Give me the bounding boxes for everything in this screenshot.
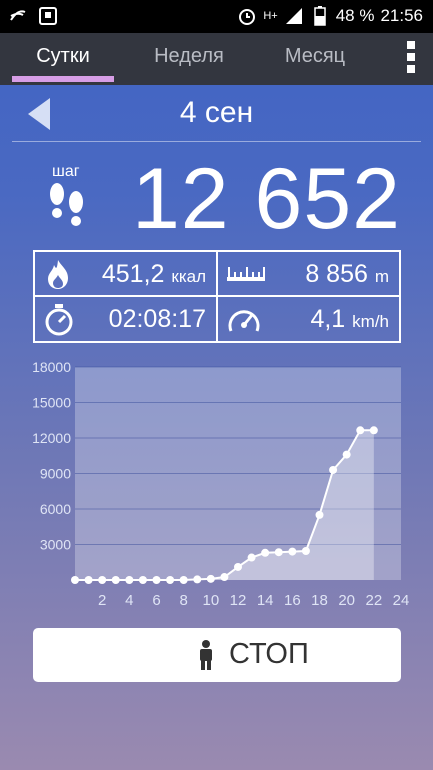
x-tick-label: 24 xyxy=(393,592,410,609)
current-date: 4 сен xyxy=(179,96,254,129)
battery-icon xyxy=(310,6,330,26)
steps-label: шаг xyxy=(52,163,80,180)
data-point xyxy=(220,573,229,582)
hourly-steps-chart: 1800015000120009000600030002 4 6 8 10 12 14 16 1… xyxy=(32,359,410,609)
divider xyxy=(12,141,421,142)
x-tick-label: 18 xyxy=(311,592,328,609)
swiftkey-icon xyxy=(8,6,28,26)
x-tick-label: 20 xyxy=(338,592,355,609)
data-point xyxy=(152,576,161,584)
data-point xyxy=(369,426,378,435)
y-tick-label: 9000 xyxy=(40,466,71,482)
duration-cell: 02:08:17 xyxy=(35,297,216,341)
speed-value: 4,1 xyxy=(310,305,346,333)
date-navigator: 4 сен xyxy=(0,90,433,140)
distance-unit: m xyxy=(374,267,389,286)
x-tick-label: 22 xyxy=(365,592,382,609)
data-point xyxy=(125,576,134,584)
x-tick-label: 8 xyxy=(179,592,187,609)
overflow-menu-icon[interactable] xyxy=(407,41,417,73)
tab-week[interactable]: Неделя xyxy=(138,33,240,85)
y-tick-label: 15000 xyxy=(32,395,71,411)
data-point xyxy=(356,426,365,435)
data-point xyxy=(166,576,175,584)
speed-cell: 4,1 km/h xyxy=(218,297,399,341)
data-point xyxy=(247,553,256,562)
battery-percent: 48 % xyxy=(335,6,375,25)
data-point xyxy=(234,562,242,571)
duration-value: 02:08:17 xyxy=(108,305,206,333)
data-point xyxy=(98,576,107,584)
data-point xyxy=(193,575,202,584)
x-tick-label: 6 xyxy=(152,592,160,609)
data-point xyxy=(111,576,120,584)
data-point xyxy=(301,547,310,556)
stopwatch-icon xyxy=(43,303,75,342)
calories-unit: ккал xyxy=(171,267,206,286)
flame-icon xyxy=(43,258,73,295)
data-point xyxy=(84,576,93,584)
network-type: H+ xyxy=(263,10,278,22)
x-tick-label: 14 xyxy=(257,592,274,609)
speedometer-icon xyxy=(226,303,262,342)
x-tick-label: 4 xyxy=(125,592,133,609)
person-icon xyxy=(198,640,214,675)
x-tick-label: 16 xyxy=(284,592,301,609)
x-tick-label: 12 xyxy=(230,592,247,609)
ruler-icon xyxy=(226,264,266,289)
alarm-icon xyxy=(237,6,257,26)
stop-button[interactable]: СТОП xyxy=(33,628,401,682)
data-point xyxy=(342,450,351,459)
x-tick-label: 2 xyxy=(98,592,106,609)
x-tick-label: 10 xyxy=(202,592,219,609)
distance-cell: 8 856 m xyxy=(218,252,399,296)
stats-grid: 451,2 ккал 8 856 m 02:08:17 4,1 km/h xyxy=(33,250,401,343)
signal-icon xyxy=(284,6,304,26)
data-point xyxy=(206,574,215,583)
data-point xyxy=(71,576,79,584)
data-point xyxy=(179,576,188,584)
distance-value: 8 856 xyxy=(305,260,368,288)
y-tick-label: 12000 xyxy=(32,430,71,446)
y-tick-label: 6000 xyxy=(40,501,71,517)
speed-unit: km/h xyxy=(352,312,389,331)
message-icon xyxy=(38,6,58,26)
data-point xyxy=(138,576,147,584)
footprints-icon xyxy=(44,182,90,233)
clock: 21:56 xyxy=(380,6,423,25)
data-point xyxy=(288,547,297,556)
data-point xyxy=(274,548,283,557)
calories-value: 451,2 xyxy=(101,260,165,288)
data-point xyxy=(315,510,324,519)
tab-month[interactable]: Месяц xyxy=(264,33,366,85)
stop-button-label: СТОП xyxy=(229,638,309,670)
active-tab-indicator xyxy=(12,76,114,82)
y-tick-label: 3000 xyxy=(40,537,71,553)
step-count: 12 652 xyxy=(131,151,401,247)
calories-cell: 451,2 ккал xyxy=(35,252,216,296)
data-point xyxy=(329,465,338,474)
status-bar: H+ 48 % 21:56 xyxy=(0,0,433,33)
data-point xyxy=(261,548,270,557)
y-tick-label: 18000 xyxy=(32,359,71,375)
